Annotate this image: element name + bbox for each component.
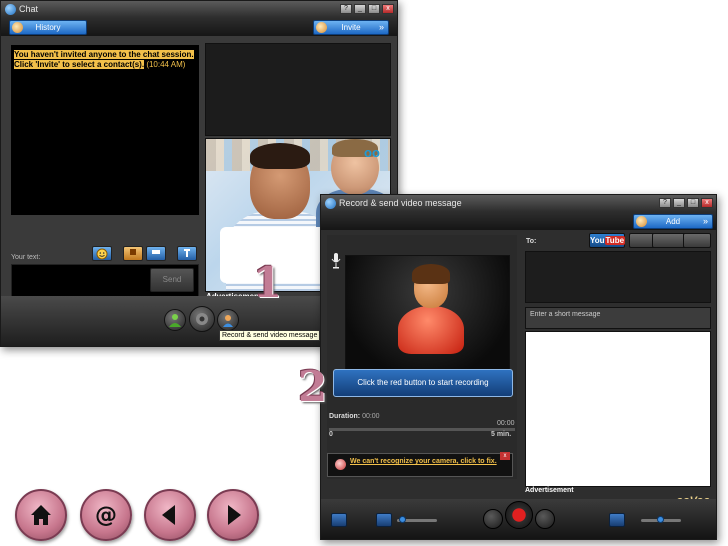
home-button[interactable] bbox=[15, 489, 67, 541]
remote-video-panel bbox=[205, 43, 391, 136]
chevron-right-icon: » bbox=[702, 216, 708, 226]
chat-tabbar: History Invite » bbox=[1, 18, 397, 36]
oovoo-logo-icon bbox=[325, 198, 336, 209]
contacts-icon bbox=[12, 22, 23, 33]
tab-history-label: History bbox=[35, 23, 61, 32]
font-size-button[interactable] bbox=[146, 246, 166, 261]
person-green-icon bbox=[169, 314, 181, 327]
emoticon-button[interactable] bbox=[92, 246, 112, 261]
minimize-icon[interactable]: _ bbox=[354, 4, 366, 14]
record-titlebar[interactable]: Record & send video message ? _ □ x bbox=[321, 195, 716, 212]
youtube-you: You bbox=[590, 236, 605, 245]
camera-warning-link[interactable]: We can't recognize your camera, click to… bbox=[350, 457, 497, 466]
camera-settings-button[interactable] bbox=[331, 513, 347, 527]
advertisement-label: Advertisement bbox=[525, 487, 574, 494]
mic-button[interactable] bbox=[376, 513, 392, 527]
text-format-icon bbox=[184, 249, 190, 257]
tab-invite[interactable]: Invite » bbox=[313, 20, 389, 35]
oovoo-badge-icon: oo bbox=[364, 145, 380, 160]
stop-button[interactable] bbox=[483, 509, 503, 529]
speaker-button[interactable] bbox=[609, 513, 625, 527]
text-size-icon bbox=[152, 250, 160, 254]
settings-button[interactable] bbox=[189, 306, 215, 332]
at-sign-icon: @ bbox=[95, 503, 117, 528]
step-marker-1: 1 bbox=[253, 258, 283, 307]
previous-button[interactable] bbox=[144, 489, 196, 541]
minimize-icon[interactable]: _ bbox=[673, 198, 685, 208]
close-warning-icon[interactable]: x bbox=[500, 452, 510, 460]
message-input[interactable] bbox=[525, 331, 711, 487]
tab-add[interactable]: Add » bbox=[633, 214, 713, 229]
duration-max-label: 5 min. bbox=[491, 431, 512, 438]
to-label: To: bbox=[526, 238, 537, 245]
gear-icon bbox=[196, 313, 208, 325]
record-button[interactable] bbox=[505, 501, 533, 529]
tab-history[interactable]: History bbox=[9, 20, 87, 35]
avatar-hair bbox=[412, 264, 450, 284]
contact-status-button[interactable] bbox=[164, 309, 186, 331]
duration-min-label: 0 bbox=[329, 431, 333, 438]
help-icon[interactable]: ? bbox=[659, 198, 671, 208]
text-format-button[interactable] bbox=[177, 246, 197, 261]
text-color-icon bbox=[130, 249, 136, 255]
email-button[interactable]: @ bbox=[80, 489, 132, 541]
chat-title: Chat bbox=[19, 4, 39, 14]
svg-text:@: @ bbox=[95, 503, 117, 528]
tab-invite-label: Invite bbox=[341, 23, 361, 32]
duration-progress-bar bbox=[329, 428, 515, 431]
chat-history: You haven't invited anyone to the chat s… bbox=[11, 45, 199, 215]
youtube-tube: Tube bbox=[604, 236, 626, 245]
youtube-button[interactable]: YouTube bbox=[589, 233, 626, 248]
record-title: Record & send video message bbox=[339, 198, 462, 208]
microphone-icon[interactable] bbox=[331, 253, 341, 269]
maximize-icon[interactable]: □ bbox=[687, 198, 699, 208]
record-video-message-button[interactable] bbox=[217, 309, 239, 331]
arrow-left-icon bbox=[162, 505, 175, 525]
duration-value: 00:00 bbox=[362, 413, 380, 420]
chevron-right-icon: » bbox=[378, 22, 384, 32]
add-contact-icon bbox=[636, 216, 647, 227]
play-button[interactable] bbox=[535, 509, 555, 529]
step-marker-2: 2 bbox=[298, 362, 328, 411]
record-window: Record & send video message ? _ □ x Add … bbox=[320, 194, 717, 540]
arrow-right-icon bbox=[228, 505, 241, 525]
camera-warning[interactable]: We can't recognize your camera, click to… bbox=[327, 452, 513, 477]
warning-icon bbox=[335, 459, 346, 470]
help-icon[interactable]: ? bbox=[340, 4, 352, 14]
your-text-label: Your text: bbox=[11, 254, 41, 261]
mic-volume-knob[interactable] bbox=[399, 516, 406, 523]
close-icon[interactable]: x bbox=[701, 198, 713, 208]
delete-share-button[interactable] bbox=[683, 233, 711, 248]
maximize-icon[interactable]: □ bbox=[368, 4, 380, 14]
next-button[interactable] bbox=[207, 489, 259, 541]
tab-add-label: Add bbox=[665, 217, 681, 226]
duration-label: Duration: 00:00 bbox=[329, 413, 380, 420]
avatar-body bbox=[398, 306, 464, 354]
tooltip: Record & send video message bbox=[219, 330, 321, 341]
chat-titlebar[interactable]: Chat ? _ □ x bbox=[1, 1, 397, 18]
man-hair bbox=[250, 143, 310, 169]
smiley-icon bbox=[96, 248, 108, 260]
message-label: Enter a short message bbox=[525, 307, 711, 329]
elapsed-time: 00:00 bbox=[497, 420, 515, 427]
record-tabbar: Add » bbox=[321, 212, 716, 230]
oovoo-logo-icon bbox=[5, 4, 16, 15]
video-message-icon bbox=[223, 315, 233, 327]
camera-preview bbox=[345, 255, 510, 375]
duration-label-text: Duration: bbox=[329, 413, 361, 420]
recipients-box[interactable] bbox=[525, 251, 711, 303]
send-button[interactable]: Send bbox=[150, 268, 194, 292]
history-message: You haven't invited anyone to the chat s… bbox=[14, 50, 196, 70]
invite-icon bbox=[316, 22, 327, 33]
close-icon[interactable]: x bbox=[382, 4, 394, 14]
home-icon bbox=[31, 505, 51, 525]
font-color-button[interactable] bbox=[123, 246, 143, 261]
history-message-time: (10:44 AM) bbox=[146, 60, 186, 69]
record-instruction-banner: Click the red button to start recording bbox=[333, 369, 513, 397]
speaker-volume-knob[interactable] bbox=[657, 516, 664, 523]
